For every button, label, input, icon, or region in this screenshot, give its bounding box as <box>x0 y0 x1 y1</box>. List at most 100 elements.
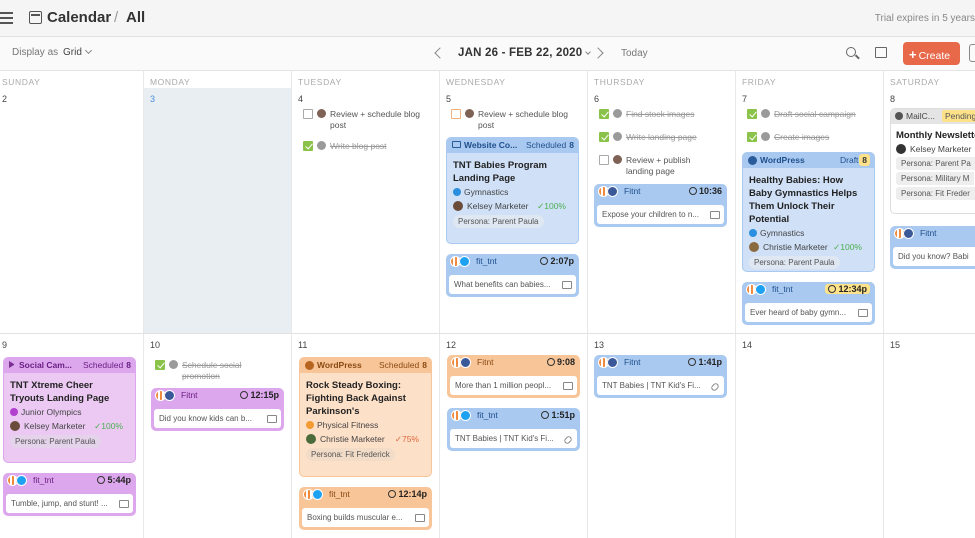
day-number[interactable]: 4 <box>298 94 303 104</box>
facebook-icon <box>903 228 914 239</box>
day-number[interactable]: 5 <box>446 94 451 104</box>
account-name: Fitnt <box>624 357 641 367</box>
more-icon[interactable] <box>969 44 975 62</box>
chevron-down-icon <box>585 49 592 55</box>
social-post-card[interactable]: fit_tnt 1:51p TNT Babies | TNT Kid's Fi.… <box>447 408 580 451</box>
content-card[interactable]: MailC... Pending Monthly Newsletter Kels… <box>890 108 975 214</box>
task-checkbox[interactable] <box>747 109 757 119</box>
task-checkbox[interactable] <box>303 109 313 119</box>
task-item[interactable]: Find stock images <box>599 109 729 121</box>
date-range-selector[interactable]: JAN 26 - FEB 22, 2020 <box>458 47 592 59</box>
chevron-down-icon <box>84 46 92 55</box>
day-number[interactable]: 2 <box>2 94 7 104</box>
link-icon <box>563 435 573 445</box>
owner-name: Kelsey Marketer <box>467 201 529 211</box>
card-type: WordPress <box>760 155 805 165</box>
task-checkbox[interactable] <box>599 155 609 165</box>
social-post-card[interactable]: Fitnt 9:08 More than 1 million peopl... <box>447 355 580 398</box>
social-post-card[interactable]: fit_tnt 2:07p What benefits can babies..… <box>446 254 579 297</box>
week-divider <box>0 333 975 334</box>
search-icon[interactable] <box>846 47 856 57</box>
post-time-label: 5:44p <box>107 475 131 485</box>
content-card[interactable]: WordPress Draft 8 Healthy Babies: How Ba… <box>742 152 875 272</box>
content-card[interactable]: WordPress Scheduled 8 Rock Steady Boxing… <box>299 357 432 477</box>
post-time: 12:15p <box>240 390 279 400</box>
social-post-card[interactable]: fit_tnt 12:14p Boxing builds muscular e.… <box>299 487 432 530</box>
account-avatars <box>894 228 918 239</box>
create-button[interactable]: + Create <box>903 42 960 65</box>
task-item[interactable]: Review + publish landing page <box>599 155 729 177</box>
day-number[interactable]: 7 <box>742 94 747 104</box>
card-body: Rock Steady Boxing: Fighting Back Agains… <box>300 373 431 461</box>
display-as-label: Display as <box>12 47 59 58</box>
day-number[interactable]: 15 <box>890 340 900 350</box>
task-label: Write blog post <box>330 141 387 151</box>
task-checkbox[interactable] <box>303 141 313 151</box>
task-checkbox[interactable] <box>747 132 757 142</box>
day-number[interactable]: 8 <box>890 94 895 104</box>
day-number[interactable]: 11 <box>298 340 307 350</box>
post-text: Did you know kids can b... <box>159 414 252 423</box>
toolbar: Display as Grid JAN 26 - FEB 22, 2020 To… <box>0 37 975 71</box>
account-avatars <box>7 475 31 486</box>
social-post-card[interactable]: Fitnt Did you know? Babi <box>890 226 975 269</box>
owner-name: Kelsey Marketer <box>24 421 86 431</box>
next-range-button[interactable] <box>592 47 604 59</box>
task-checkbox[interactable] <box>599 109 609 119</box>
clock-icon <box>688 358 697 366</box>
owner-name: Christie Marketer <box>320 434 385 444</box>
account-name: fit_tnt <box>772 284 793 294</box>
avatar <box>317 109 326 118</box>
breadcrumb-calendar[interactable]: Calendar <box>47 9 111 26</box>
day-number[interactable]: 10 <box>150 340 160 350</box>
day-number[interactable]: 13 <box>594 340 604 350</box>
social-post-card[interactable]: fit_tnt 12:34p Ever heard of baby gymn..… <box>742 282 875 325</box>
task-item[interactable]: Write landing page <box>599 132 729 144</box>
date-range-label: JAN 26 - FEB 22, 2020 <box>458 47 583 59</box>
content-card[interactable]: Social Cam... Scheduled 8 TNT Xtreme Che… <box>3 357 136 463</box>
task-item[interactable]: Write blog post <box>303 141 433 153</box>
post-time: 12:14p <box>388 489 427 499</box>
day-number[interactable]: 12 <box>446 340 456 350</box>
avatar <box>749 242 759 252</box>
social-post-card[interactable]: fit_tnt 5:44p Tumble, jump, and stunt! .… <box>3 473 136 516</box>
card-status: Scheduled <box>83 360 124 370</box>
post-time-label: 1:41p <box>698 357 722 367</box>
social-post-card[interactable]: Fitnt 10:36 Expose your children to n... <box>594 184 727 227</box>
task-item[interactable]: Create images <box>747 132 877 144</box>
card-owner: Christie Marketer ✓100% <box>749 240 868 252</box>
social-post-card[interactable]: Fitnt 1:41p TNT Babies | TNT Kid's Fi... <box>594 355 727 398</box>
card-count: 8 <box>859 154 870 166</box>
day-header-sunday: SUNDAY <box>2 77 41 87</box>
task-item[interactable]: Review + schedule blog post <box>451 109 581 131</box>
task-checkbox[interactable] <box>451 109 461 119</box>
tag-dot-icon <box>10 408 18 416</box>
post-time-label: 12:14p <box>398 489 427 499</box>
card-status: Scheduled <box>379 360 420 370</box>
twitter-icon <box>460 410 471 421</box>
task-label: Review + schedule blog post <box>330 109 421 130</box>
top-bar: Calendar / All Trial expires in 5 years <box>0 0 975 37</box>
menu-icon[interactable] <box>0 12 13 24</box>
card-body: TNT Babies Program Landing Page Gymnasti… <box>447 153 578 228</box>
day-number-today[interactable]: 3 <box>150 94 155 104</box>
day-number[interactable]: 9 <box>2 340 7 350</box>
avatar <box>613 155 622 164</box>
display-select[interactable]: Grid <box>63 46 92 58</box>
card-type: WordPress <box>317 360 362 370</box>
prev-range-button[interactable] <box>434 47 446 59</box>
task-checkbox[interactable] <box>599 132 609 142</box>
task-checkbox[interactable] <box>155 360 165 370</box>
post-text: Boxing builds muscular e... <box>307 513 403 522</box>
post-preview: Tumble, jump, and stunt! ... <box>6 494 133 513</box>
export-icon[interactable] <box>875 47 887 58</box>
card-body: Monthly Newsletter Kelsey Marketer Perso… <box>891 124 975 200</box>
day-number[interactable]: 6 <box>594 94 599 104</box>
today-button[interactable]: Today <box>621 48 648 59</box>
day-number[interactable]: 14 <box>742 340 752 350</box>
content-card[interactable]: Website Co... Scheduled 8 TNT Babies Pro… <box>446 137 579 244</box>
task-item[interactable]: Draft social campaign <box>747 109 877 121</box>
social-post-card[interactable]: Fitnt 12:15p Did you know kids can b... <box>151 388 284 431</box>
task-item[interactable]: Schedule social promotion <box>155 360 285 382</box>
task-item[interactable]: Review + schedule blog post <box>303 109 433 131</box>
